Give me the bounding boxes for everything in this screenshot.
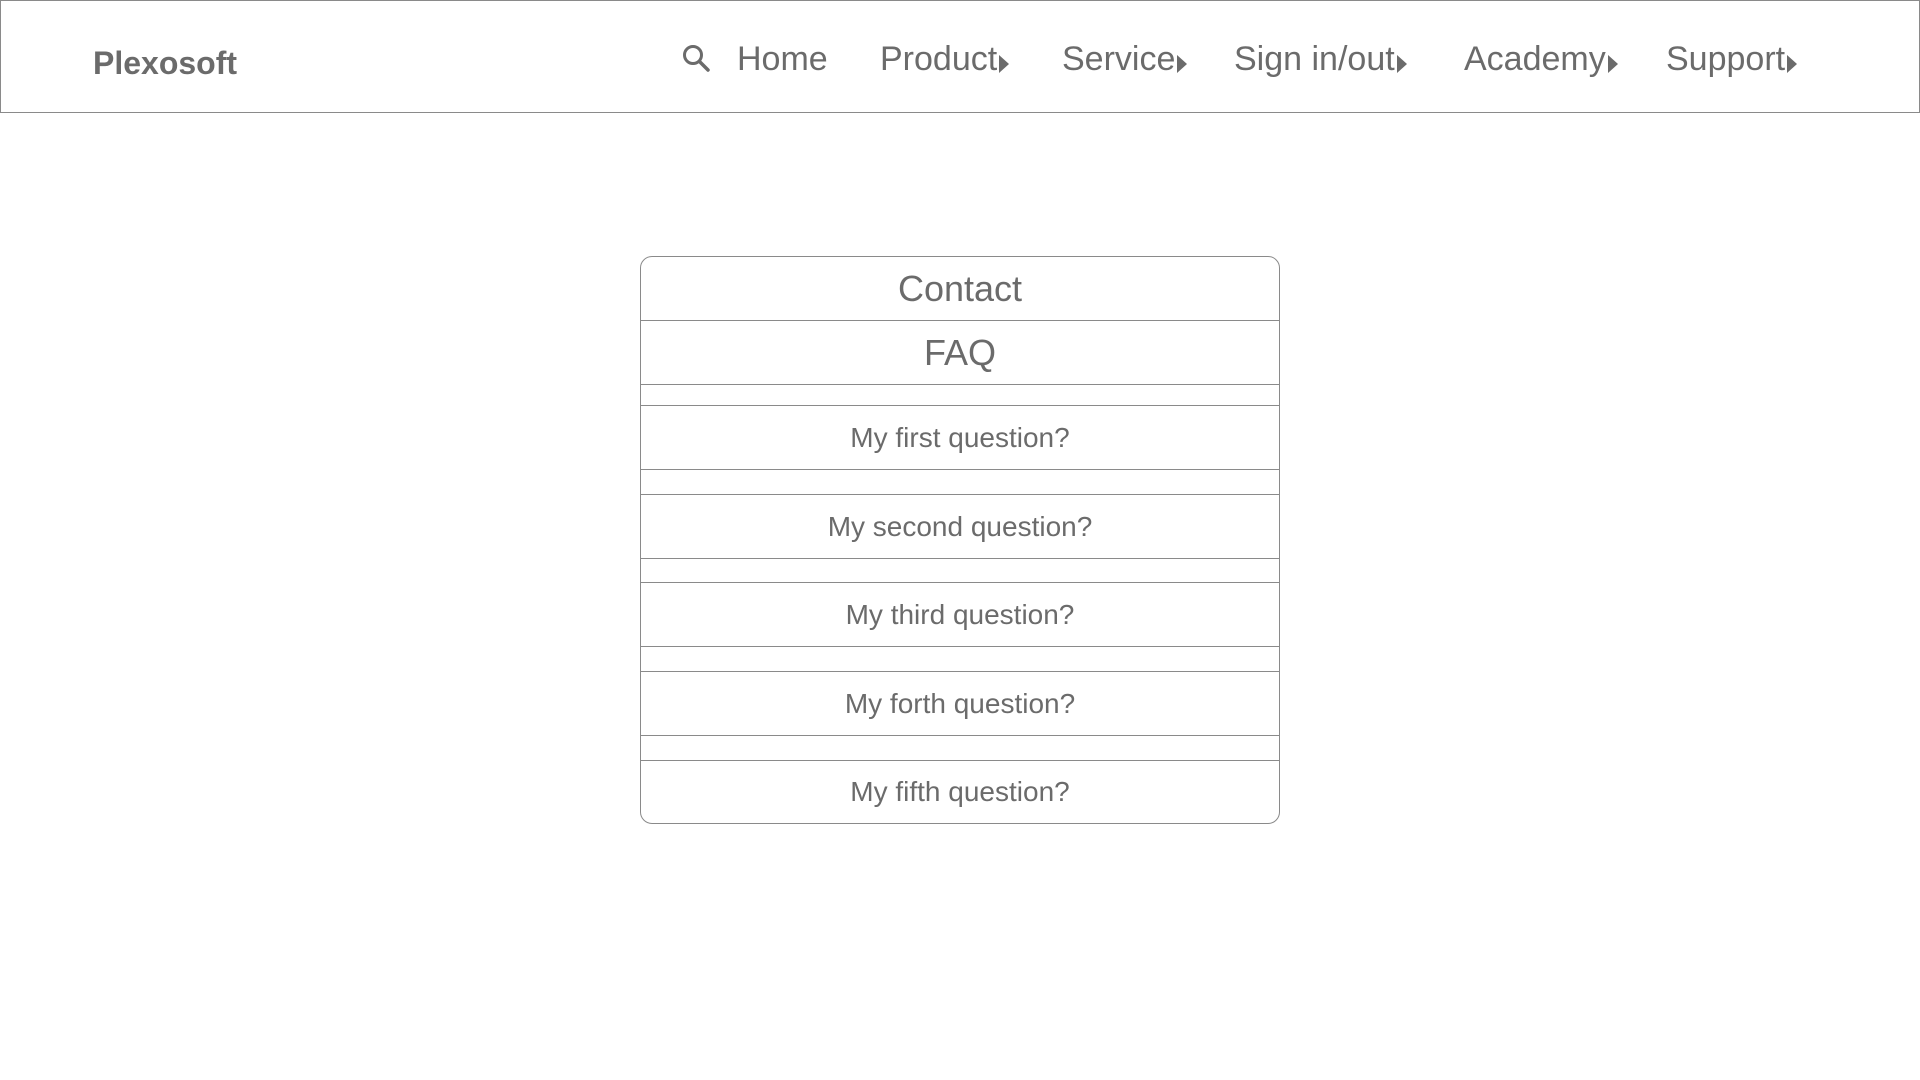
nav-home-label: Home [737,40,828,78]
faq-panel: Contact FAQ My first question? My second… [640,256,1280,824]
divider [641,735,1279,736]
faq-question-3[interactable]: My third question? [641,583,1279,646]
caret-right-icon [1177,55,1188,73]
faq-question-2[interactable]: My second question? [641,495,1279,558]
nav-sign-in-out-label: Sign in/out [1234,40,1395,78]
nav-support-label: Support [1666,40,1786,78]
divider [641,469,1279,470]
caret-right-icon [999,55,1010,73]
top-navbar: Plexosoft Home Product Service Sign in/o… [0,0,1920,113]
faq-question-5[interactable]: My fifth question? [641,761,1279,823]
brand-logo[interactable]: Plexosoft [93,39,237,87]
nav-academy[interactable]: Academy [1464,35,1618,83]
divider [641,646,1279,647]
nav-home[interactable]: Home [737,35,828,83]
faq-question-4[interactable]: My forth question? [641,672,1279,735]
nav-product-label: Product [880,40,998,78]
caret-right-icon [1787,55,1798,73]
nav-service-label: Service [1062,40,1176,78]
faq-question-1[interactable]: My first question? [641,406,1279,469]
nav-product[interactable]: Product [880,35,1010,83]
search-icon[interactable] [681,43,711,73]
caret-right-icon [1396,55,1407,73]
nav-sign-in-out[interactable]: Sign in/out [1234,35,1407,83]
nav-service[interactable]: Service [1062,35,1188,83]
divider [641,384,1279,385]
caret-right-icon [1607,55,1618,73]
nav-academy-label: Academy [1464,40,1606,78]
divider [641,558,1279,559]
faq-title: FAQ [923,331,997,373]
page: Plexosoft Home Product Service Sign in/o… [0,0,1920,1080]
contact-title[interactable]: Contact [641,257,1279,320]
nav-support[interactable]: Support [1666,35,1798,83]
